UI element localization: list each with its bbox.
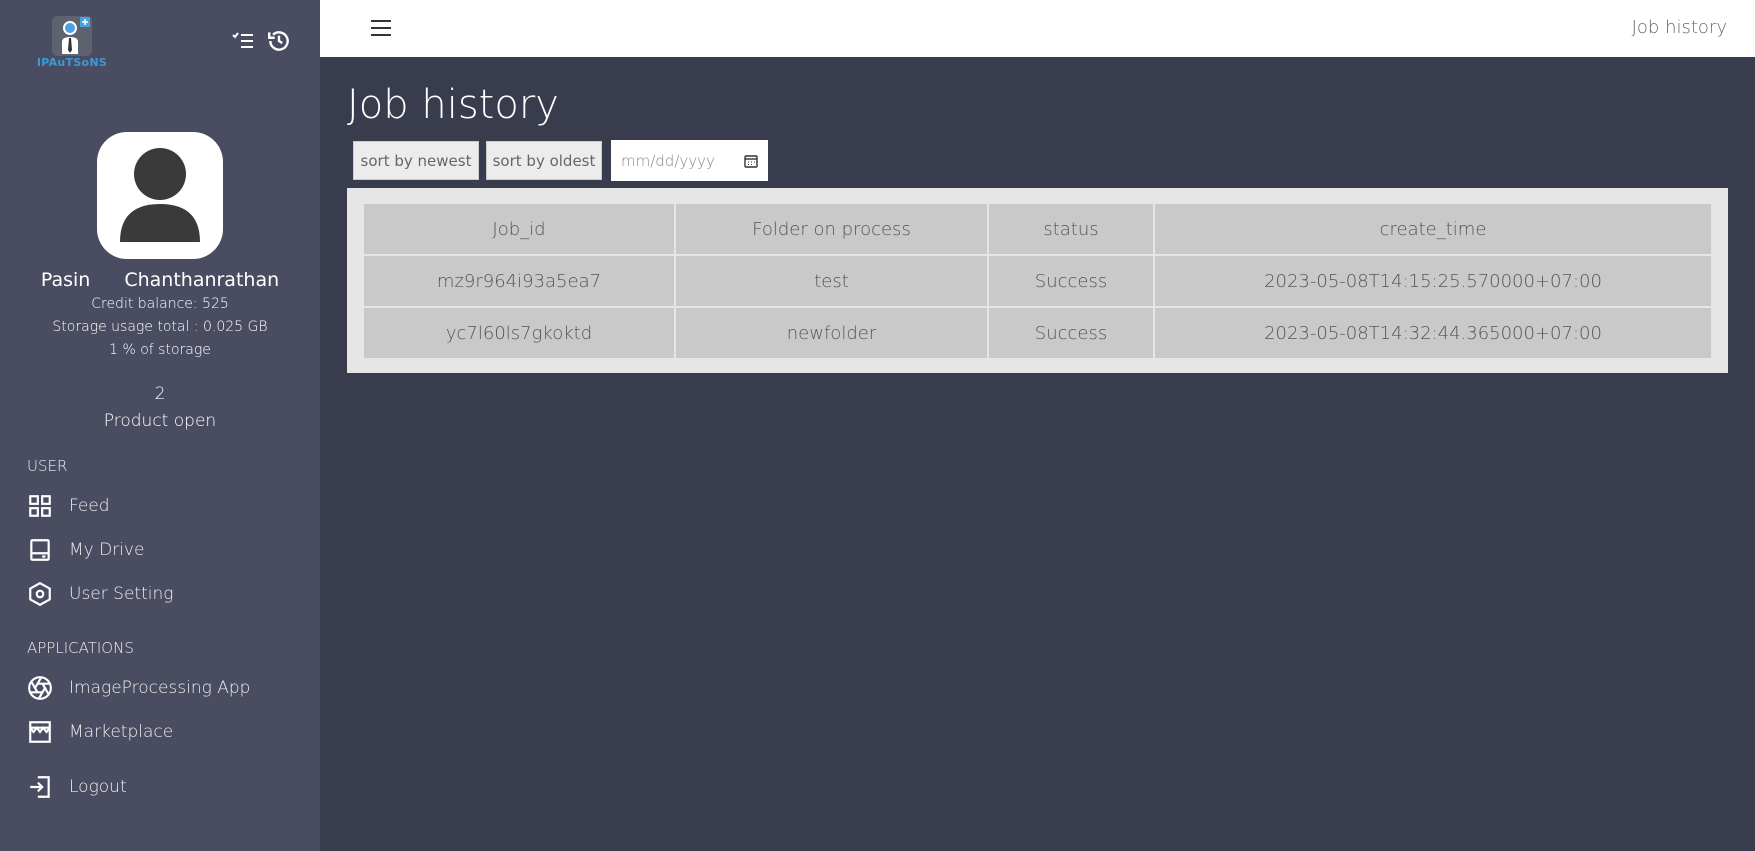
top-header: Job history (320, 0, 1755, 57)
table-header-row: Job_id Folder on process status create_t… (362, 202, 1713, 256)
credit-balance: Credit balance: 525 (91, 296, 229, 312)
sidebar-item-feed[interactable]: Feed (27, 493, 110, 519)
logout-label: Logout (69, 777, 127, 797)
breadcrumb: Job history (1631, 17, 1727, 38)
avatar[interactable] (97, 132, 223, 259)
cell-folder: test (674, 254, 989, 308)
section-user: USER (27, 457, 68, 475)
cell-job-id: yc7l60ls7gkoktd (362, 306, 676, 360)
sidebar-item-label: Marketplace (69, 722, 174, 742)
calendar-icon[interactable] (744, 154, 758, 168)
sidebar: IPAuTSoNS Pasin Chanthanrathan Credit bal… (0, 0, 320, 851)
header-create-time[interactable]: create_time (1153, 202, 1713, 256)
cell-status: Success (987, 254, 1155, 308)
first-name: Pasin (40, 269, 91, 291)
cell-job-id: mz9r964i93a5ea7 (362, 254, 676, 308)
table-row[interactable]: mz9r964i93a5ea7 test Success 2023-05-08T… (362, 254, 1713, 308)
app-logo[interactable]: IPAuTSoNS (36, 16, 108, 72)
header-status[interactable]: status (987, 202, 1155, 256)
sidebar-item-label: Feed (69, 496, 110, 516)
history-icon[interactable] (266, 28, 292, 54)
logout-icon (30, 776, 50, 798)
drive-icon (30, 539, 50, 561)
sidebar-item-user-setting[interactable]: User Setting (27, 581, 173, 607)
storage-percent: 1 % of storage (109, 342, 211, 358)
sidebar-item-marketplace[interactable]: Marketplace (27, 719, 173, 745)
sidebar-item-my-drive[interactable]: My Drive (27, 537, 144, 563)
product-count: 2 (154, 384, 166, 404)
cell-folder: newfolder (674, 306, 989, 360)
sidebar-item-imageprocessing-app[interactable]: ImageProcessing App (27, 675, 250, 701)
sort-oldest-button[interactable]: sort by oldest (486, 141, 602, 180)
sidebar-item-label: My Drive (69, 540, 145, 560)
header-folder[interactable]: Folder on process (674, 202, 989, 256)
sidebar-item-label: ImageProcessing App (69, 678, 251, 698)
checklist-icon[interactable] (231, 29, 255, 53)
header-job-id[interactable]: Job_id (362, 202, 676, 256)
date-input[interactable]: mm/dd/yyyy (611, 140, 768, 181)
storage-usage: Storage usage total : 0.025 GB (52, 319, 268, 335)
page-title: Job history (347, 82, 559, 128)
table-row[interactable]: yc7l60ls7gkoktd newfolder Success 2023-0… (362, 306, 1713, 360)
user-name: Pasin Chanthanrathan (0, 269, 320, 291)
sort-newest-button[interactable]: sort by newest (353, 141, 479, 180)
aperture-icon (28, 676, 52, 700)
cell-status: Success (987, 306, 1155, 360)
section-applications: APPLICATIONS (27, 639, 134, 657)
hexagon-settings-icon (29, 581, 51, 607)
hamburger-menu-icon[interactable] (370, 17, 392, 39)
cell-create-time: 2023-05-08T14:32:44.365000+07:00 (1153, 306, 1713, 360)
cell-create-time: 2023-05-08T14:15:25.570000+07:00 (1153, 254, 1713, 308)
job-table: Job_id Folder on process status create_t… (362, 202, 1713, 360)
job-table-container: Job_id Folder on process status create_t… (347, 188, 1728, 373)
logo-text: IPAuTSoNS (36, 56, 108, 69)
last-name: Chanthanrathan (124, 269, 280, 291)
product-label: Product open (103, 411, 217, 431)
store-icon (29, 721, 51, 743)
sidebar-item-label: User Setting (69, 584, 174, 604)
grid-icon (29, 495, 51, 517)
date-placeholder: mm/dd/yyyy (621, 151, 715, 170)
logout-button[interactable]: Logout (27, 774, 127, 800)
